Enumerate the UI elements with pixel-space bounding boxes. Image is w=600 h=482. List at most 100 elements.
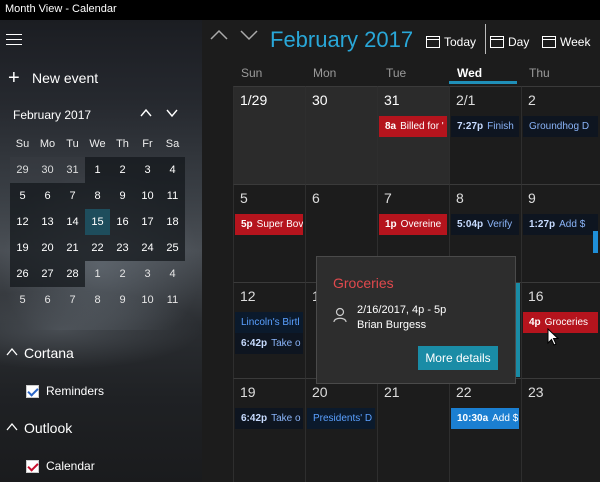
mini-calendar-day[interactable]: 7 — [60, 183, 85, 209]
calendar-event[interactable]: 5:04p Verify — [451, 214, 519, 235]
calendar-day-cell[interactable]: 22 — [449, 378, 521, 482]
calendar-event[interactable]: 6:42p Take o — [235, 333, 303, 354]
mini-calendar-day[interactable]: 2 — [110, 157, 135, 183]
mini-calendar-day[interactable]: 22 — [85, 235, 110, 261]
mini-calendar-day[interactable]: 7 — [60, 287, 85, 313]
mini-weekday-label: Tu — [66, 138, 79, 150]
mini-calendar-day[interactable]: 4 — [160, 157, 185, 183]
weekday-label: Tue — [386, 66, 407, 80]
calendar-day-cell[interactable]: 19 — [233, 378, 305, 482]
mini-calendar-day[interactable]: 1 — [85, 261, 110, 287]
calendar-event[interactable]: Presidents' D — [307, 408, 375, 429]
mini-calendar-day[interactable]: 11 — [160, 287, 185, 313]
mini-calendar-day[interactable]: 10 — [135, 183, 160, 209]
mini-calendar-day[interactable]: 28 — [60, 261, 85, 287]
mini-calendar-day[interactable]: 13 — [35, 209, 60, 235]
mini-calendar-day[interactable]: 31 — [60, 157, 85, 183]
mini-calendar-title[interactable]: February 2017 — [13, 108, 91, 122]
mini-calendar-day[interactable]: 20 — [35, 235, 60, 261]
today-button[interactable]: Today — [426, 32, 476, 52]
mini-calendar-day[interactable]: 26 — [10, 261, 35, 287]
checkbox-calendar[interactable] — [26, 459, 39, 473]
mini-calendar-day[interactable]: 29 — [10, 157, 35, 183]
checkbox-reminders[interactable] — [26, 384, 39, 398]
mini-calendar-day[interactable]: 9 — [110, 183, 135, 209]
calendar-event[interactable]: 10:30a Add $ — [451, 408, 519, 429]
mini-calendar-grid: Su Mo Tu We Th Fr Sa 29 30 31 1 2 3 4 5 6 7 8 9 10 11 12 13 14 1… — [10, 131, 186, 313]
mini-calendar-day[interactable]: 24 — [135, 235, 160, 261]
new-event-button[interactable]: + New event — [8, 67, 98, 89]
event-time: 1:27p — [529, 219, 556, 230]
calendar-day-cell[interactable]: 30 — [305, 86, 377, 184]
mini-calendar-day[interactable]: 15 — [85, 209, 110, 235]
event-title: Presidents' D — [313, 413, 373, 424]
more-details-button[interactable]: More details — [418, 346, 498, 370]
mini-calendar-day[interactable]: 27 — [35, 261, 60, 287]
popup-datetime: 2/16/2017, 4p - 5p — [357, 304, 447, 316]
calendar-event[interactable]: 4p Groceries — [523, 312, 598, 333]
calendar-day-cell[interactable]: 23 — [521, 378, 600, 482]
calendar-label: Calendar — [46, 459, 95, 473]
mini-calendar-day[interactable]: 21 — [60, 235, 85, 261]
calendar-event[interactable]: 8a Billed for ' — [379, 116, 447, 137]
mini-calendar-next-icon[interactable] — [166, 106, 178, 121]
day-label: Day — [508, 35, 530, 49]
week-view-button[interactable]: Week — [542, 32, 590, 52]
group-cortana[interactable]: Cortana — [6, 345, 74, 361]
mini-calendar-day[interactable]: 12 — [10, 209, 35, 235]
mini-calendar-day[interactable]: 3 — [135, 157, 160, 183]
calendar-event[interactable]: 1:27p Add $ — [523, 214, 598, 235]
hamburger-menu-icon[interactable] — [6, 34, 22, 46]
mini-calendar-day[interactable]: 4 — [160, 261, 185, 287]
calendar-event[interactable]: 5p Super Bov — [235, 214, 303, 235]
mini-calendar-day[interactable]: 5 — [10, 287, 35, 313]
mini-calendar-day[interactable]: 5 — [10, 183, 35, 209]
event-title: Add $ — [492, 413, 519, 424]
group-label: Cortana — [24, 345, 74, 361]
sidebar: + New event February 2017 Su Mo Tu We Th Fr Sa… — [0, 20, 202, 482]
previous-month-icon[interactable] — [210, 28, 228, 46]
calendar-day-cell[interactable]: 21 — [377, 378, 449, 482]
mini-calendar-day[interactable]: 2 — [110, 261, 135, 287]
day-number: 5 — [240, 190, 248, 206]
mini-calendar-day[interactable]: 3 — [135, 261, 160, 287]
event-time: 5:04p — [457, 219, 484, 230]
next-month-icon[interactable] — [240, 28, 258, 46]
mini-calendar-day[interactable]: 16 — [110, 209, 135, 235]
scrollbar-thumb[interactable] — [593, 231, 598, 253]
mini-calendar-day[interactable]: 9 — [110, 287, 135, 313]
calendar-event[interactable]: Groundhog D — [523, 116, 598, 137]
event-title: Groceries — [544, 317, 589, 328]
mini-weekday-label: Fr — [142, 138, 153, 150]
mini-calendar-day[interactable]: 11 — [160, 183, 185, 209]
mini-calendar-day[interactable]: 19 — [10, 235, 35, 261]
day-view-button[interactable]: Day — [490, 32, 529, 52]
mini-calendar-day[interactable]: 1 — [85, 157, 110, 183]
mini-calendar-day[interactable]: 17 — [135, 209, 160, 235]
mini-calendar-day[interactable]: 30 — [35, 157, 60, 183]
calendar-event[interactable]: 7:27p Finish — [451, 116, 519, 137]
calendar-toggle-reminders[interactable]: Reminders — [26, 384, 104, 398]
calendar-label: Reminders — [46, 384, 105, 398]
mini-calendar-day[interactable]: 14 — [60, 209, 85, 235]
mini-calendar-day[interactable]: 6 — [35, 287, 60, 313]
calendar-day-cell[interactable]: 1/29 — [233, 86, 305, 184]
calendar-event[interactable]: 1p Overeine — [379, 214, 447, 235]
mini-calendar-day[interactable]: 23 — [110, 235, 135, 261]
calendar-toggle-calendar[interactable]: Calendar — [26, 459, 95, 473]
mini-calendar-day[interactable]: 18 — [160, 209, 185, 235]
mini-calendar-day[interactable]: 8 — [85, 183, 110, 209]
day-number: 7 — [384, 190, 392, 206]
mini-calendar-prev-icon[interactable] — [140, 106, 152, 121]
calendar-event[interactable]: 6:42p Take o — [235, 408, 303, 429]
mini-calendar-day[interactable]: 8 — [85, 287, 110, 313]
group-outlook[interactable]: Outlook — [6, 420, 72, 436]
mini-calendar-day[interactable]: 10 — [135, 287, 160, 313]
mini-calendar-day[interactable]: 6 — [35, 183, 60, 209]
calendar-event[interactable]: Lincoln's Birtl — [235, 312, 303, 333]
calendar-day-cell[interactable]: 20 — [305, 378, 377, 482]
event-title: Lincoln's Birtl — [241, 317, 300, 328]
month-title[interactable]: February 2017 — [270, 27, 413, 53]
weekday-header: Sun Mon Tue Wed Thu — [202, 64, 600, 84]
mini-calendar-day[interactable]: 25 — [160, 235, 185, 261]
